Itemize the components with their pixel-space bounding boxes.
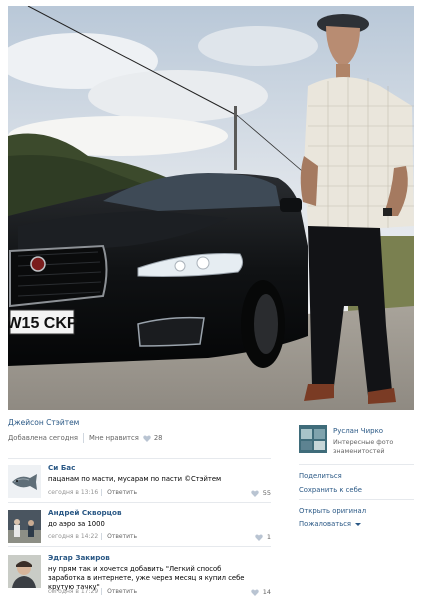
comment-author[interactable]: Си Бас: [48, 463, 75, 472]
like-count: 28: [153, 434, 163, 442]
side-divider: [299, 499, 414, 500]
fish-avatar[interactable]: [8, 465, 41, 498]
side-divider: [299, 464, 414, 465]
comment-author[interactable]: Эдгар Закиров: [48, 553, 110, 562]
reply-button[interactable]: Ответить: [107, 588, 137, 595]
meta-divider: [101, 489, 103, 496]
comment-meta: сегодня в 13:16 Ответить: [48, 489, 137, 496]
open-original-link[interactable]: Открыть оригинал: [299, 507, 366, 515]
comment-divider: [8, 546, 271, 547]
post-photo[interactable]: W15 CKP: [8, 6, 414, 410]
comment-text: до аэро за 1000: [48, 520, 105, 528]
report-link[interactable]: Пожаловаться: [299, 520, 362, 528]
meta-divider: [101, 588, 103, 595]
reply-button[interactable]: Ответить: [107, 533, 137, 540]
report-label: Пожаловаться: [299, 520, 352, 528]
added-date: Добавлена сегодня: [8, 434, 79, 442]
comment-meta: сегодня в 17:29 Ответить: [48, 588, 137, 595]
heart-icon[interactable]: [143, 434, 151, 442]
save-link[interactable]: Сохранить к себе: [299, 486, 362, 494]
comment-time[interactable]: сегодня в 14:22: [48, 533, 98, 540]
comment-item: Эдгар Закиров ну прям так и хочется доба…: [8, 553, 271, 597]
like-button[interactable]: Мне нравится: [89, 434, 139, 442]
comment-author[interactable]: Андрей Скворцов: [48, 508, 122, 517]
meta-divider: [101, 533, 103, 540]
comment-like-count: 14: [262, 588, 271, 596]
people-avatar[interactable]: [8, 510, 41, 543]
photo-author-link[interactable]: Джейсон Стэйтем: [8, 418, 283, 427]
comment-divider: [8, 502, 271, 503]
comments-divider: [8, 458, 271, 459]
comment-item: Си Бас пацанам по масти, мусарам по паст…: [8, 463, 271, 507]
owner-description[interactable]: Интересные фото знаменитостей: [333, 438, 423, 456]
meta-divider: [83, 433, 85, 443]
post-meta: Добавлена сегодня Мне нравится 28: [8, 433, 283, 443]
comment-likes[interactable]: 1: [255, 533, 271, 541]
person-avatar[interactable]: [8, 555, 41, 588]
comment-time[interactable]: сегодня в 17:29: [48, 588, 98, 595]
heart-icon[interactable]: [250, 588, 259, 596]
comment-time[interactable]: сегодня в 13:16: [48, 489, 98, 496]
comment-text: пацанам по масти, мусарам по пасти ©Стэй…: [48, 475, 222, 483]
comment-meta: сегодня в 14:22 Ответить: [48, 533, 137, 540]
owner-name[interactable]: Руслан Чирко: [333, 427, 383, 435]
owner-avatar[interactable]: [299, 425, 327, 453]
license-plate-text: W15 CKP: [8, 315, 78, 332]
heart-icon[interactable]: [255, 533, 263, 541]
comment-like-count: 55: [262, 489, 271, 497]
comment-like-count: 1: [266, 533, 271, 541]
post-caption-area: Джейсон Стэйтем Добавлена сегодня Мне нр…: [8, 418, 283, 443]
share-link[interactable]: Поделиться: [299, 472, 342, 480]
comment-likes[interactable]: 55: [250, 489, 271, 497]
heart-icon[interactable]: [250, 489, 259, 497]
comment-likes[interactable]: 14: [250, 588, 271, 596]
photo-image: W15 CKP: [8, 6, 414, 410]
chevron-down-icon: [355, 522, 362, 526]
reply-button[interactable]: Ответить: [107, 489, 137, 496]
